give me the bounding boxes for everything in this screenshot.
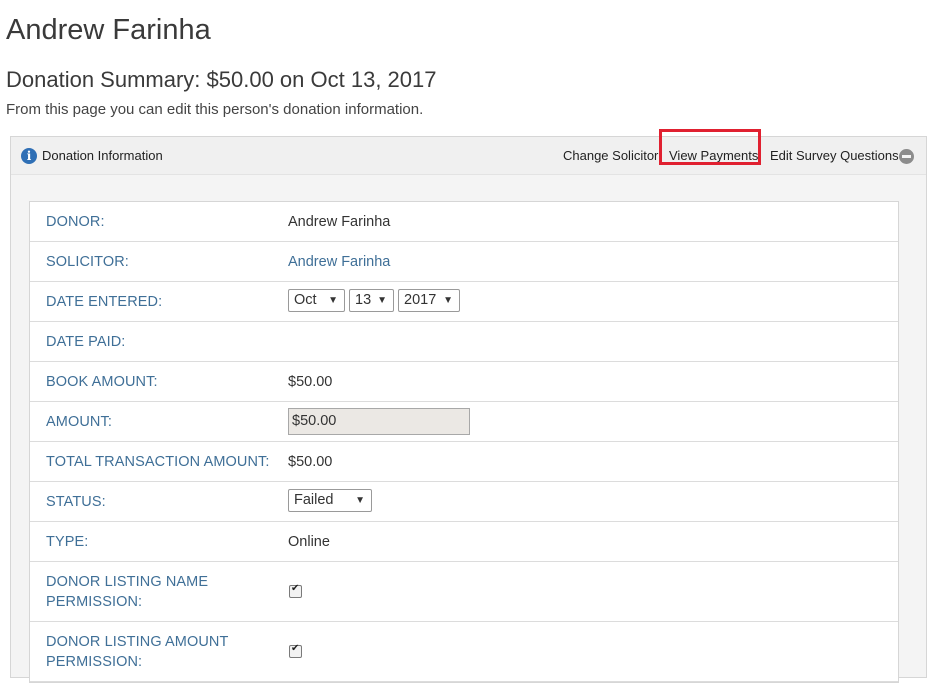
label-line: PERMISSION: bbox=[46, 654, 143, 670]
donor-listing-name-permission-checkbox[interactable] bbox=[289, 583, 302, 598]
row-date-entered: DATE ENTERED: Oct ▼ 13 ▼ 2017 ▼ bbox=[30, 282, 898, 322]
collapse-icon[interactable] bbox=[899, 149, 914, 164]
row-date-paid: DATE PAID: bbox=[30, 322, 898, 362]
solicitor-link[interactable]: Andrew Farinha bbox=[288, 252, 390, 272]
row-donor: DONOR: Andrew Farinha bbox=[30, 202, 898, 242]
year-select[interactable]: 2017 ▼ bbox=[398, 289, 460, 312]
date-entered-label: DATE ENTERED: bbox=[46, 294, 163, 310]
type-value: Online bbox=[288, 534, 330, 550]
triangle-down-icon: ▼ bbox=[355, 495, 365, 506]
row-solicitor: SOLICITOR: Andrew Farinha bbox=[30, 242, 898, 282]
solicitor-label: SOLICITOR: bbox=[46, 254, 129, 270]
month-select-value: Oct bbox=[294, 292, 317, 308]
row-amount: AMOUNT: $50.00 bbox=[30, 402, 898, 442]
donor-listing-amount-permission-label: DONOR LISTING AMOUNT PERMISSION: bbox=[46, 632, 276, 672]
donor-label: DONOR: bbox=[46, 214, 105, 230]
book-amount-value: $50.00 bbox=[288, 374, 333, 390]
info-icon: i bbox=[21, 148, 37, 164]
row-status: STATUS: Failed ▼ bbox=[30, 482, 898, 522]
edit-survey-questions-link[interactable]: Edit Survey Questions bbox=[770, 148, 899, 163]
month-select[interactable]: Oct ▼ bbox=[288, 289, 345, 312]
row-total-transaction-amount: TOTAL TRANSACTION AMOUNT: $50.00 bbox=[30, 442, 898, 482]
status-select[interactable]: Failed ▼ bbox=[288, 489, 372, 512]
donation-fields-table: DONOR: Andrew Farinha SOLICITOR: Andrew … bbox=[29, 201, 899, 683]
row-donor-listing-amount-permission: DONOR LISTING AMOUNT PERMISSION: bbox=[30, 622, 898, 682]
person-name: Andrew Farinha bbox=[6, 14, 211, 46]
row-book-amount: BOOK AMOUNT: $50.00 bbox=[30, 362, 898, 402]
view-payments-link[interactable]: View Payments bbox=[669, 148, 758, 163]
intro-text: From this page you can edit this person'… bbox=[6, 101, 424, 118]
donor-listing-name-permission-label: DONOR LISTING NAME PERMISSION: bbox=[46, 572, 276, 612]
amount-label: AMOUNT: bbox=[46, 414, 112, 430]
change-solicitor-link[interactable]: Change Solicitor bbox=[563, 148, 658, 163]
label-line: PERMISSION: bbox=[46, 594, 143, 610]
panel-header: i Donation Information Change Solicitor … bbox=[11, 129, 926, 175]
row-type: TYPE: Online bbox=[30, 522, 898, 562]
donation-summary-title: Donation Summary: $50.00 on Oct 13, 2017 bbox=[6, 67, 437, 92]
form-area: DONOR: Andrew Farinha SOLICITOR: Andrew … bbox=[11, 175, 926, 683]
day-select-value: 13 bbox=[355, 292, 372, 308]
status-select-value: Failed bbox=[294, 492, 334, 508]
row-donor-listing-name-permission: DONOR LISTING NAME PERMISSION: bbox=[30, 562, 898, 622]
triangle-down-icon: ▼ bbox=[377, 295, 387, 306]
donation-information-panel: i Donation Information Change Solicitor … bbox=[10, 129, 927, 683]
label-line: DONOR LISTING AMOUNT bbox=[46, 634, 229, 650]
total-transaction-amount-value: $50.00 bbox=[288, 454, 333, 470]
label-line: DONOR LISTING NAME bbox=[46, 574, 209, 590]
date-paid-label: DATE PAID: bbox=[46, 334, 126, 350]
triangle-down-icon: ▼ bbox=[328, 295, 338, 306]
year-select-value: 2017 bbox=[404, 292, 437, 308]
total-transaction-amount-label: TOTAL TRANSACTION AMOUNT: bbox=[46, 454, 270, 470]
donor-value: Andrew Farinha bbox=[288, 214, 391, 230]
status-label: STATUS: bbox=[46, 494, 106, 510]
donor-listing-amount-permission-checkbox[interactable] bbox=[289, 643, 302, 658]
amount-input[interactable]: $50.00 bbox=[288, 408, 470, 435]
triangle-down-icon: ▼ bbox=[443, 295, 453, 306]
day-select[interactable]: 13 ▼ bbox=[349, 289, 394, 312]
panel-title: Donation Information bbox=[42, 148, 163, 163]
book-amount-label: BOOK AMOUNT: bbox=[46, 374, 158, 390]
type-label: TYPE: bbox=[46, 534, 89, 550]
